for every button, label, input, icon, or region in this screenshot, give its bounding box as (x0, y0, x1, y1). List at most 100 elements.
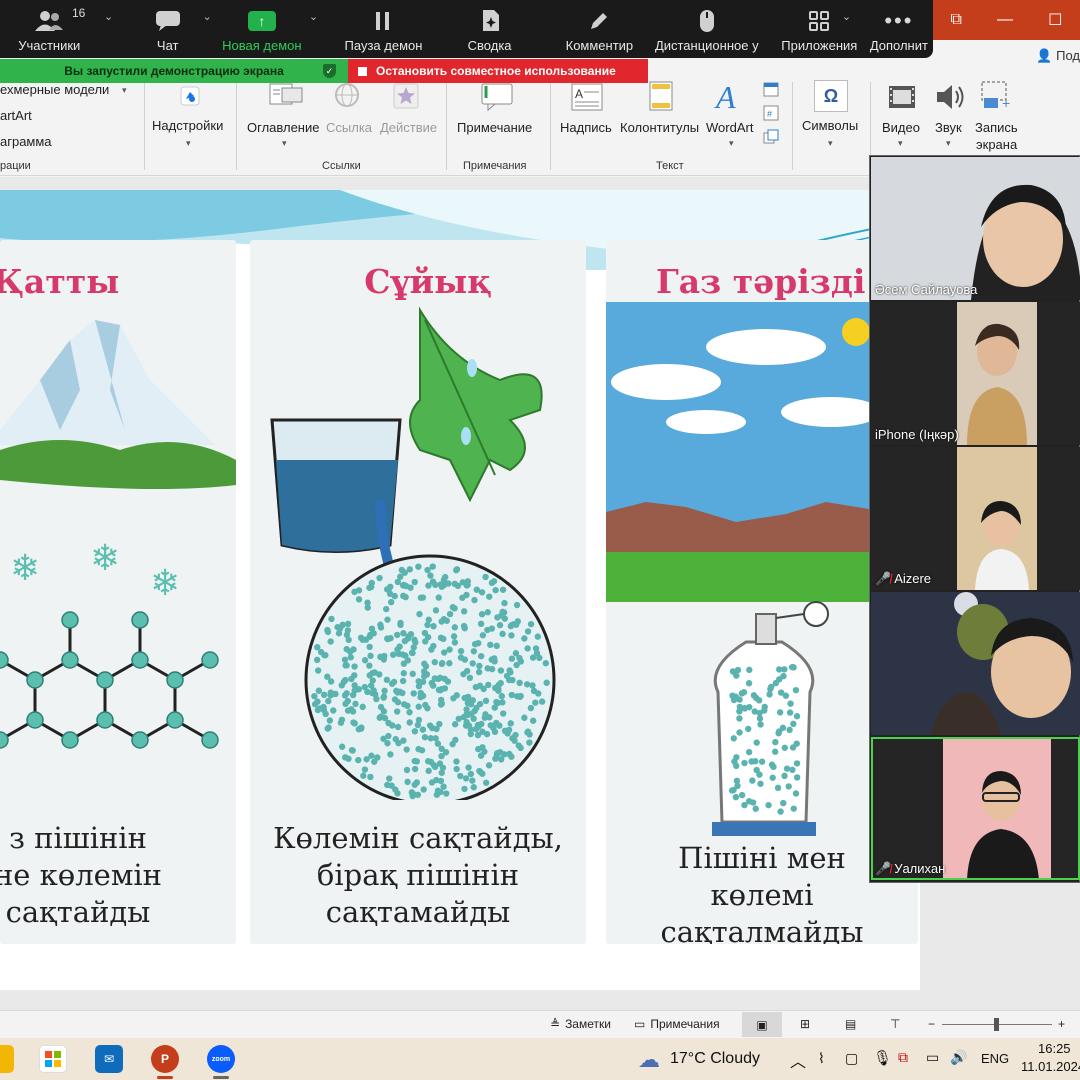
slide-sorter-button[interactable]: ⊞ (800, 1017, 810, 1031)
chevron-down-icon[interactable]: ▾ (186, 138, 191, 149)
cloud-weather-icon[interactable]: ☁ (634, 1046, 664, 1074)
textbox-button[interactable]: Надпись (560, 120, 612, 135)
participants-count: 16 (72, 6, 86, 20)
clock-time[interactable]: 16:25 (1038, 1041, 1071, 1056)
video-icon[interactable] (887, 82, 917, 117)
chevron-down-icon[interactable]: ▾ (946, 138, 951, 149)
participants-label: Участники (18, 38, 81, 53)
stop-icon (358, 66, 367, 76)
addins-button[interactable]: Надстройки (152, 118, 223, 133)
participant-video (871, 157, 1080, 300)
header-footer-button[interactable]: Колонтитулы (620, 120, 699, 135)
zoom-out-button[interactable]: − (928, 1017, 935, 1031)
ribbon-3d-models[interactable]: ехмерные модели (0, 82, 109, 97)
toc-button[interactable]: Оглавление (247, 120, 319, 135)
network-icon[interactable]: ⌇ (818, 1050, 825, 1067)
plus-icon: + (1058, 1017, 1066, 1031)
chevron-down-icon[interactable]: ▾ (122, 85, 127, 96)
ribbon-smartart[interactable]: artArt (0, 108, 32, 123)
ribbon-group-illustrations: рации (0, 160, 31, 172)
participant-tile[interactable]: iPhone (Іңкәр) (871, 302, 1080, 445)
annotate-button[interactable]: Комментир (551, 0, 648, 58)
panel-liquid-title: Сұйық (364, 262, 492, 301)
chevron-down-icon[interactable]: ⌄ (203, 10, 212, 23)
weather-text[interactable]: 17°C Cloudy (670, 1050, 760, 1068)
more-button[interactable]: ••• Дополнит (865, 0, 933, 58)
audio-button[interactable]: Звук (935, 120, 962, 135)
comment-icon[interactable] (480, 82, 514, 117)
screen-share-icon[interactable]: ⧉ (898, 1049, 908, 1066)
file-explorer-icon[interactable] (0, 1045, 14, 1073)
minimize-icon[interactable]: — (997, 11, 1013, 29)
notes-button[interactable]: ≜ Заметки (550, 1017, 611, 1031)
stop-share-button[interactable]: Остановить совместное использование (348, 59, 648, 83)
participant-tile-active[interactable]: 🎤̸ Уалихан (871, 737, 1080, 880)
chevron-down-icon[interactable]: ▾ (729, 138, 734, 149)
date-time-icon[interactable] (762, 80, 780, 103)
caption-line: бірақ пішінін (316, 858, 520, 892)
slide-number-icon[interactable]: # (762, 104, 780, 127)
screen-record-button[interactable]: Запись (975, 120, 1018, 135)
ribbon-chart[interactable]: аграмма (0, 134, 52, 149)
store-icon[interactable] (39, 1045, 67, 1073)
apps-button[interactable]: ⌄ Приложения (774, 0, 865, 58)
wordart-icon[interactable]: A (714, 78, 746, 117)
mail-icon[interactable]: ✉ (95, 1045, 123, 1073)
zoom-in-button[interactable]: + (1058, 1017, 1065, 1031)
participant-tile[interactable] (871, 592, 1080, 735)
chevron-up-icon[interactable]: ︿ (790, 1048, 806, 1072)
microphone-icon[interactable]: 🎙 (873, 1049, 892, 1067)
summary-button[interactable]: Сводка (444, 0, 535, 58)
addins-icon[interactable] (178, 84, 202, 113)
battery-icon[interactable]: ▭ (926, 1049, 939, 1066)
zoom-app-icon[interactable]: zoom (207, 1045, 235, 1073)
participant-video (943, 737, 1051, 880)
normal-view-button[interactable]: ▣ (742, 1012, 782, 1037)
participants-icon (34, 8, 64, 34)
comments-button[interactable]: ▭ Примечания (634, 1017, 720, 1031)
shield-check-icon: ✓ (323, 64, 336, 78)
header-footer-icon[interactable] (648, 80, 674, 117)
device-icon[interactable]: ▢ (845, 1050, 858, 1067)
speaker-icon[interactable] (934, 82, 968, 117)
slideshow-button[interactable]: ⊤ (890, 1017, 900, 1031)
volume-icon[interactable]: 🔊 (950, 1049, 967, 1066)
reading-view-button[interactable]: ▤ (845, 1017, 856, 1031)
screen-record-label-2: экрана (976, 137, 1018, 152)
window-restore-icon[interactable]: ⧉ (951, 11, 962, 29)
omega-symbol-icon[interactable]: Ω (814, 80, 848, 112)
panel-solid-title: Қатты (0, 262, 120, 301)
pause-share-button[interactable]: Пауза демон (323, 0, 444, 58)
new-share-button[interactable]: ↑ ⌄ Новая демон (222, 0, 318, 58)
chevron-down-icon[interactable]: ⌄ (842, 10, 851, 23)
chat-button[interactable]: ⌄ Чат (99, 0, 237, 58)
language-indicator[interactable]: ENG (981, 1051, 1009, 1066)
ppt-share-button[interactable]: 👤 Под (1036, 48, 1080, 64)
chevron-down-icon[interactable]: ▾ (282, 138, 287, 149)
participant-tile[interactable]: Әсем Сайлауова (871, 157, 1080, 300)
participant-video (957, 447, 1037, 590)
screen-record-icon[interactable]: + (980, 80, 1014, 117)
maximize-icon[interactable]: ☐ (1048, 10, 1062, 30)
symbols-button[interactable]: Символы (802, 118, 858, 133)
chevron-down-icon[interactable]: ▾ (898, 138, 903, 149)
chevron-down-icon[interactable]: ⌄ (309, 10, 318, 23)
textbox-icon[interactable]: A (570, 82, 604, 117)
caption-line: сақтайды (5, 895, 151, 929)
chevron-down-icon[interactable]: ▾ (828, 138, 833, 149)
participants-button[interactable]: 16 ⌄ Участники (0, 0, 113, 58)
pause-share-label: Пауза демон (344, 38, 423, 53)
video-button[interactable]: Видео (882, 120, 920, 135)
powerpoint-icon[interactable]: P (151, 1045, 179, 1073)
comment-button[interactable]: Примечание (457, 120, 532, 135)
chat-label: Чат (156, 38, 179, 53)
zoom-slider-thumb[interactable] (994, 1018, 999, 1031)
stop-share-label: Остановить совместное использование (376, 64, 616, 78)
wordart-button[interactable]: WordArt (706, 120, 753, 135)
toc-icon[interactable] (268, 82, 304, 115)
remote-control-button[interactable]: Дистанционное у (654, 0, 760, 58)
ribbon-separator (446, 82, 447, 170)
object-icon[interactable] (762, 128, 780, 151)
clock-date[interactable]: 11.01.2024 (1021, 1059, 1080, 1074)
participant-tile[interactable]: 🎤̸ Aizere (871, 447, 1080, 590)
